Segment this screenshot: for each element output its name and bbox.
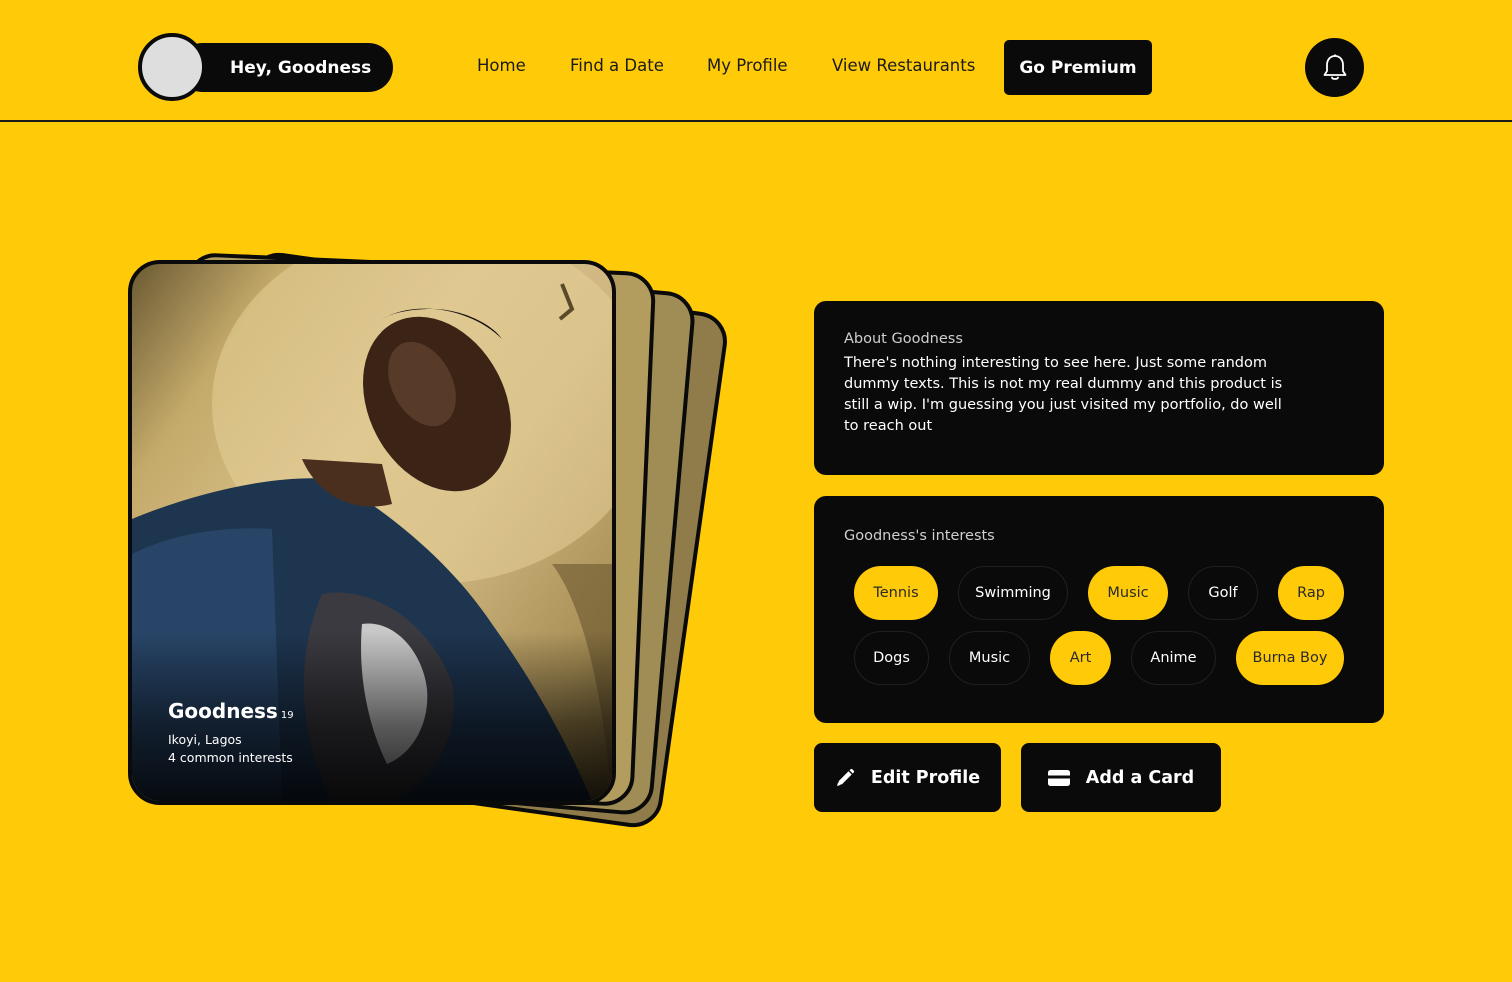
interest-chip[interactable]: Rap — [1278, 566, 1344, 620]
avatar[interactable] — [138, 33, 206, 101]
card-location: Ikoyi, Lagos — [168, 732, 242, 747]
about-panel: About Goodness There's nothing interesti… — [814, 301, 1384, 475]
top-nav-bar: Hey, Goodness Home Find a Date My Profil… — [0, 0, 1512, 122]
card-common-interests: 4 common interests — [168, 750, 293, 765]
nav-home[interactable]: Home — [477, 56, 526, 75]
interests-panel: Goodness's interests Tennis Swimming Mus… — [814, 496, 1384, 723]
add-card-button[interactable]: Add a Card — [1021, 743, 1221, 812]
credit-card-icon — [1047, 769, 1070, 786]
interest-chip[interactable]: Swimming — [958, 566, 1068, 620]
interest-chip[interactable]: Tennis — [854, 566, 938, 620]
interests-row-1: Tennis Swimming Music Golf Rap — [854, 566, 1344, 620]
interest-chip[interactable]: Music — [949, 631, 1030, 685]
nav-my-profile[interactable]: My Profile — [707, 56, 788, 75]
interest-chip[interactable]: Dogs — [854, 631, 929, 685]
pencil-icon — [836, 768, 855, 786]
interest-chip[interactable]: Golf — [1188, 566, 1258, 620]
notifications-button[interactable] — [1305, 38, 1364, 97]
interest-chip[interactable]: Anime — [1131, 631, 1216, 685]
card-name-text: Goodness — [168, 699, 278, 723]
user-greeting[interactable]: Hey, Goodness — [138, 33, 394, 101]
go-premium-button[interactable]: Go Premium — [1004, 40, 1152, 95]
interest-chip[interactable]: Music — [1088, 566, 1168, 620]
profile-photo-card[interactable]: Goodness 19 Ikoyi, Lagos 4 common interes… — [128, 260, 616, 805]
card-age: 19 — [280, 710, 294, 721]
nav-view-restaurants[interactable]: View Restaurants — [832, 56, 975, 75]
edit-profile-label: Edit Profile — [870, 767, 981, 788]
greeting-text: Hey, Goodness — [230, 57, 372, 78]
about-title: About Goodness — [844, 331, 963, 347]
interests-title: Goodness's interests — [844, 528, 995, 544]
about-text: There's nothing interesting to see here.… — [844, 355, 1283, 434]
interest-chip[interactable]: Burna Boy — [1236, 631, 1344, 685]
nav-find-a-date[interactable]: Find a Date — [570, 56, 664, 75]
add-card-label: Add a Card — [1085, 767, 1195, 788]
interests-row-2: Dogs Music Art Anime Burna Boy — [854, 631, 1344, 685]
interest-chip[interactable]: Art — [1050, 631, 1111, 685]
bell-icon — [1323, 54, 1346, 80]
greeting-pill[interactable]: Hey, Goodness — [178, 43, 393, 92]
card-name: Goodness 19 — [168, 699, 294, 723]
edit-profile-button[interactable]: Edit Profile — [814, 743, 1001, 812]
